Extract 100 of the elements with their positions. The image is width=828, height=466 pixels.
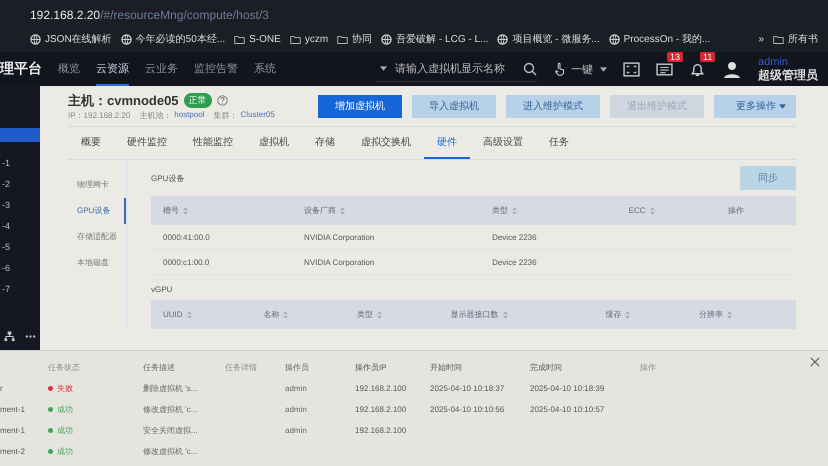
hardware-menu-item[interactable]: 物理网卡 bbox=[68, 172, 126, 198]
action-button[interactable]: 增加虚拟机 bbox=[318, 94, 402, 118]
tab[interactable]: 存储 bbox=[302, 127, 348, 159]
user-role: 超级管理员 bbox=[758, 69, 818, 82]
hand-icon bbox=[553, 62, 567, 76]
table-cell: 2025-04-10 10:18:39 bbox=[530, 384, 604, 393]
status-text: 成功 bbox=[57, 425, 73, 436]
sidebar-item[interactable]: -2 bbox=[0, 177, 40, 191]
sort-icon[interactable] bbox=[283, 310, 288, 319]
tab[interactable]: 高级设置 bbox=[470, 127, 536, 159]
status-text: 失败 bbox=[57, 383, 73, 394]
sort-icon[interactable] bbox=[377, 310, 382, 319]
brand-title: 理平台 bbox=[0, 60, 42, 78]
bookmark[interactable]: 吾爱破解 - LCG - L... bbox=[381, 32, 488, 46]
action-button[interactable]: 更多操作 bbox=[714, 94, 796, 118]
more-bookmarks-button[interactable]: » bbox=[758, 34, 764, 44]
all-bookmarks-folder[interactable]: 所有书 bbox=[773, 32, 818, 46]
column-header[interactable]: 名称 bbox=[263, 310, 280, 319]
table-cell: NVIDIA Corporation bbox=[292, 225, 480, 250]
sort-icon[interactable] bbox=[512, 206, 518, 215]
column-header[interactable]: UUID bbox=[163, 310, 183, 319]
column-header[interactable]: 显示器接口数 bbox=[450, 310, 499, 319]
cluster-link[interactable]: Cluster05 bbox=[240, 110, 275, 120]
address-bar[interactable]: 192.168.2.20/#/resourceMng/compute/host/3 bbox=[30, 4, 818, 26]
bookmark[interactable]: ProcessOn - 我的... bbox=[608, 32, 710, 46]
column-header[interactable]: 缓存 bbox=[605, 310, 622, 319]
folder-icon bbox=[290, 34, 301, 44]
sort-icon[interactable] bbox=[625, 310, 630, 319]
column-header[interactable]: 类型 bbox=[357, 310, 374, 319]
tab[interactable]: 性能监控 bbox=[180, 127, 246, 159]
column-header[interactable]: 类型 bbox=[492, 206, 508, 215]
sort-icon[interactable] bbox=[340, 206, 346, 215]
sidebar-item[interactable]: -3 bbox=[0, 198, 40, 212]
fullscreen-icon[interactable] bbox=[623, 60, 640, 78]
column-header: 任务详情 bbox=[225, 362, 258, 373]
sidebar-item[interactable]: -6 bbox=[0, 261, 40, 275]
column-header: 操作 bbox=[640, 362, 657, 373]
status-text: 成功 bbox=[57, 404, 73, 415]
table-cell-text: r bbox=[0, 384, 4, 393]
sidebar-item[interactable] bbox=[0, 128, 40, 142]
search-field[interactable]: 请输入虚拟机显示名称 bbox=[393, 60, 517, 76]
search-icon bbox=[523, 62, 537, 76]
tab[interactable]: 虚拟机 bbox=[246, 127, 302, 159]
sort-icon[interactable] bbox=[183, 206, 188, 215]
table-cell: 192.168.2.100 bbox=[355, 405, 406, 414]
count-badge: 11 bbox=[700, 52, 716, 62]
table-cell: 0000:41:00.0 bbox=[151, 225, 292, 250]
column-header[interactable]: 槽号 bbox=[163, 206, 179, 215]
column-header[interactable]: 分辨率 bbox=[699, 310, 724, 319]
sidebar-item[interactable]: -5 bbox=[0, 240, 40, 254]
hardware-menu-item[interactable]: 存储适配器 bbox=[68, 224, 126, 250]
tab[interactable]: 虚拟交换机 bbox=[348, 127, 424, 159]
org-chart-icon[interactable] bbox=[4, 331, 15, 342]
bookmark[interactable]: 协同 bbox=[337, 32, 372, 46]
count-badge: 13 bbox=[667, 52, 684, 62]
sidebar-item[interactable]: -1 bbox=[0, 156, 40, 170]
host-pool-link[interactable]: hostpool bbox=[174, 110, 205, 120]
table-cell: 2025-04-10 10:10:56 bbox=[430, 405, 504, 414]
table-cell-text: ment-1 bbox=[0, 405, 26, 414]
sidebar-item[interactable]: -7 bbox=[0, 282, 40, 296]
nav-item[interactable]: 概览 bbox=[58, 52, 80, 86]
sort-icon[interactable] bbox=[650, 206, 655, 215]
tab[interactable]: 硬件 bbox=[424, 127, 470, 159]
column-header: 完成时间 bbox=[530, 362, 563, 373]
avatar-icon[interactable] bbox=[722, 59, 742, 79]
message-list-icon[interactable] bbox=[656, 60, 673, 78]
table-cell: 192.168.2.100 bbox=[355, 384, 406, 393]
action-button[interactable]: 进入维护模式 bbox=[506, 94, 600, 118]
hardware-menu-item[interactable]: 本地磁盘 bbox=[68, 250, 126, 276]
bookmark[interactable]: 项目概览 - 微服务... bbox=[497, 32, 600, 46]
column-header[interactable]: ECC bbox=[628, 206, 646, 215]
host-ip: IP：192.168.2.20 bbox=[68, 110, 130, 120]
sort-icon[interactable] bbox=[502, 310, 508, 319]
bookmark[interactable]: 今年必读的50本经... bbox=[120, 32, 226, 46]
tab[interactable]: 任务 bbox=[536, 127, 582, 159]
folder-icon bbox=[337, 34, 348, 44]
table-cell: 2025-04-10 10:18:37 bbox=[430, 384, 504, 393]
bookmark[interactable]: S-ONE bbox=[234, 34, 281, 44]
tab[interactable]: 概要 bbox=[68, 127, 114, 159]
bookmark[interactable]: yczm bbox=[290, 34, 328, 44]
table-cell: admin bbox=[285, 426, 307, 435]
sort-icon[interactable] bbox=[727, 310, 732, 319]
sidebar-item[interactable]: -4 bbox=[0, 219, 40, 233]
table-cell-text: ment-1 bbox=[0, 426, 26, 435]
nav-item[interactable]: 系统 bbox=[254, 52, 276, 86]
tab[interactable]: 硬件监控 bbox=[114, 127, 180, 159]
section-title: GPU设备 bbox=[151, 172, 184, 184]
host-pool-label: 主机池： bbox=[139, 110, 172, 120]
column-header[interactable]: 设备厂商 bbox=[304, 206, 336, 215]
close-icon[interactable] bbox=[810, 357, 820, 367]
sort-icon[interactable] bbox=[186, 310, 192, 319]
action-button[interactable]: 导入虚拟机 bbox=[412, 94, 496, 118]
hardware-menu-item[interactable]: GPU设备 bbox=[68, 198, 126, 224]
table-cell-text: 修改虚拟机 'c... bbox=[143, 446, 198, 457]
one-click-dropdown[interactable]: 一键 bbox=[553, 62, 607, 76]
table-cell: 192.168.2.100 bbox=[355, 426, 406, 435]
nav-item[interactable]: 云业务 bbox=[145, 52, 178, 86]
help-icon[interactable] bbox=[216, 95, 228, 106]
bookmark[interactable]: JSON在线解析 bbox=[30, 32, 112, 46]
nav-item[interactable]: 监控告警 bbox=[194, 52, 238, 86]
